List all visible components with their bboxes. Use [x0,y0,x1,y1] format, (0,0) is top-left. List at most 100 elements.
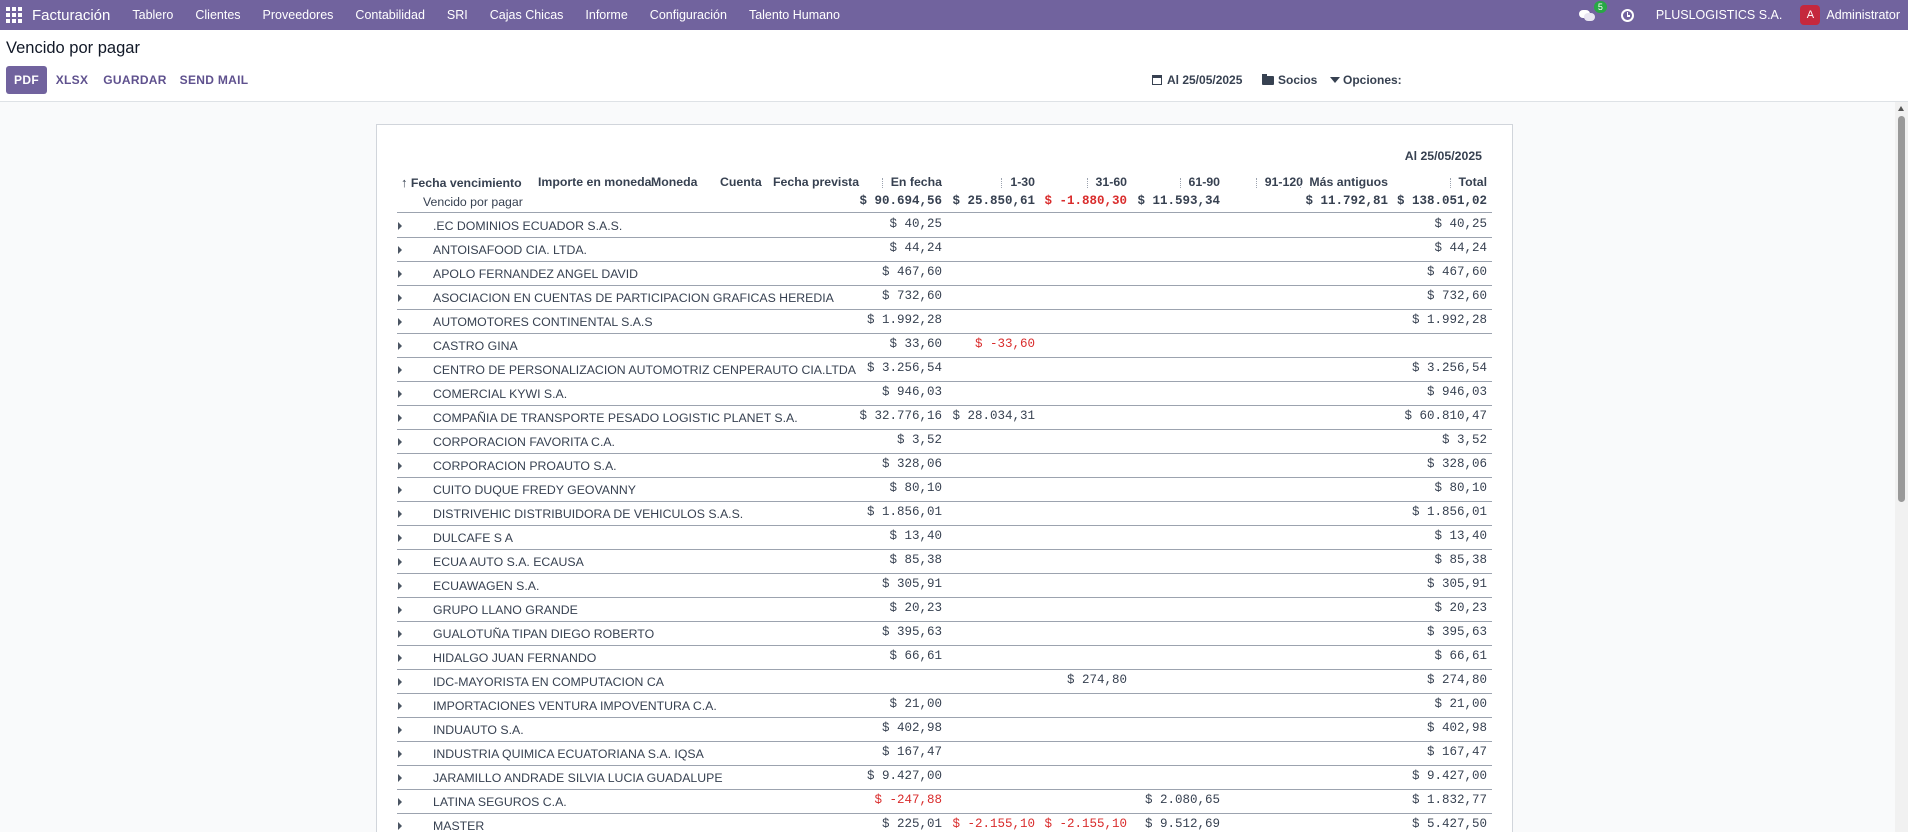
table-row[interactable]: COMERCIAL KYWI S.A. $ 946,03 $ 946,03 [397,382,1492,406]
table-row[interactable]: IMPORTACIONES VENTURA IMPOVENTURA C.A. $ … [397,694,1492,718]
partner-name[interactable]: MASTER [433,819,484,832]
partner-name[interactable]: LATINA SEGUROS C.A. [433,795,567,809]
activities-clock-icon[interactable] [1620,8,1634,22]
partner-name[interactable]: DISTRIVEHIC DISTRIBUIDORA DE VEHICULOS S… [433,507,743,521]
table-row[interactable]: CASTRO GINA $ 33,60 $ -33,60 [397,334,1492,358]
caret-right-icon[interactable] [398,462,402,470]
menu-clientes[interactable]: Clientes [195,8,240,22]
partner-name[interactable]: CUITO DUQUE FREDY GEOVANNY [433,483,636,497]
table-row[interactable]: CORPORACION PROAUTO S.A. $ 328,06 $ 328,06 [397,454,1492,478]
col-total[interactable]: Total [1449,175,1487,189]
caret-right-icon[interactable] [398,606,402,614]
caret-right-icon[interactable] [398,654,402,662]
caret-right-icon[interactable] [398,558,402,566]
table-row[interactable]: LATINA SEGUROS C.A. $ -247,88 $ 2.080,65 $ … [397,790,1492,814]
menu-sri[interactable]: SRI [447,8,468,22]
caret-right-icon[interactable] [398,366,402,374]
menu-talento-humano[interactable]: Talento Humano [749,8,840,22]
menu-contabilidad[interactable]: Contabilidad [355,8,425,22]
table-row[interactable]: INDUAUTO S.A. $ 402,98 $ 402,98 [397,718,1492,742]
col-91-120[interactable]: 91-120 [1255,175,1303,189]
partner-name[interactable]: CASTRO GINA [433,339,518,353]
col-1-30[interactable]: 1-30 [1001,175,1035,189]
table-row[interactable]: MASTER $ 225,01 $ -2.155,10 $ -2.155,10 $ 9.… [397,814,1492,832]
scrollbar-thumb[interactable] [1898,116,1905,502]
partner-name[interactable]: ECUA AUTO S.A. ECAUSA [433,555,584,569]
caret-right-icon[interactable] [398,438,402,446]
caret-right-icon[interactable] [398,702,402,710]
options-filter[interactable]: Opciones: [1330,66,1402,94]
table-row[interactable]: DISTRIVEHIC DISTRIBUIDORA DE VEHICULOS S… [397,502,1492,526]
pdf-button[interactable]: PDF [6,66,47,94]
table-row[interactable]: COMPAÑIA DE TRANSPORTE PESADO LOGISTIC P… [397,406,1492,430]
table-row[interactable]: AUTOMOTORES CONTINENTAL S.A.S $ 1.992,28 $… [397,310,1492,334]
caret-right-icon[interactable] [398,222,402,230]
caret-right-icon[interactable] [398,774,402,782]
partner-name[interactable]: IMPORTACIONES VENTURA IMPOVENTURA C.A. [433,699,717,713]
table-row[interactable]: DULCAFE S A $ 13,40 $ 13,40 [397,526,1492,550]
col-31-60[interactable]: 31-60 [1086,175,1127,189]
table-row[interactable]: ECUAWAGEN S.A. $ 305,91 $ 305,91 [397,574,1492,598]
table-row[interactable]: JARAMILLO ANDRADE SILVIA LUCIA GUADALUPE… [397,766,1492,790]
caret-right-icon[interactable] [398,510,402,518]
partner-name[interactable]: ASOCIACION EN CUENTAS DE PARTICIPACION G… [433,291,834,305]
partner-name[interactable]: CORPORACION PROAUTO S.A. [433,459,617,473]
caret-right-icon[interactable] [398,342,402,350]
partners-filter[interactable]: Socios [1262,66,1317,94]
col-account[interactable]: Cuenta [720,175,762,189]
col-expected-date[interactable]: Fecha prevista [773,175,859,189]
partner-name[interactable]: DULCAFE S A [433,531,513,545]
table-row[interactable]: ASOCIACION EN CUENTAS DE PARTICIPACION G… [397,286,1492,310]
messages-icon[interactable]: 5 [1578,1,1607,21]
partner-name[interactable]: CENTRO DE PERSONALIZACION AUTOMOTRIZ CEN… [433,363,856,377]
table-row[interactable]: HIDALGO JUAN FERNANDO $ 66,61 $ 66,61 [397,646,1492,670]
partner-name[interactable]: ECUAWAGEN S.A. [433,579,539,593]
caret-right-icon[interactable] [398,726,402,734]
caret-right-icon[interactable] [398,750,402,758]
page-scrollbar[interactable] [1895,102,1908,832]
guardar-button[interactable]: GUARDAR [102,66,168,94]
table-row[interactable]: .EC DOMINIOS ECUADOR S.A.S. $ 40,25 $ 40,2… [397,214,1492,238]
caret-right-icon[interactable] [398,582,402,590]
col-older[interactable]: Más antiguos [1300,175,1388,189]
caret-right-icon[interactable] [398,390,402,398]
caret-right-icon[interactable] [398,798,402,806]
menu-tablero[interactable]: Tablero [132,8,173,22]
xlsx-button[interactable]: XLSX [52,66,92,94]
caret-right-icon[interactable] [398,246,402,254]
caret-right-icon[interactable] [398,534,402,542]
table-row[interactable]: IDC-MAYORISTA EN COMPUTACION CA $ 274,80 $… [397,670,1492,694]
partner-name[interactable]: .EC DOMINIOS ECUADOR S.A.S. [433,219,622,233]
partner-name[interactable]: GUALOTUÑA TIPAN DIEGO ROBERTO [433,627,654,641]
col-currency[interactable]: Moneda [651,175,697,189]
table-row[interactable]: GRUPO LLANO GRANDE $ 20,23 $ 20,23 [397,598,1492,622]
table-row[interactable]: ECUA AUTO S.A. ECAUSA $ 85,38 $ 85,38 [397,550,1492,574]
caret-right-icon[interactable] [398,270,402,278]
partner-name[interactable]: CORPORACION FAVORITA C.A. [433,435,615,449]
app-brand[interactable]: Facturación [32,7,110,24]
menu-configuracion[interactable]: Configuración [650,8,727,22]
table-row[interactable]: ANTOISAFOOD CIA. LTDA. $ 44,24 $ 44,24 [397,238,1492,262]
partner-name[interactable]: ANTOISAFOOD CIA. LTDA. [433,243,587,257]
col-on-date[interactable]: En fecha [881,175,942,189]
table-row[interactable]: APOLO FERNANDEZ ANGEL DAVID $ 467,60 $ 467… [397,262,1492,286]
table-row[interactable]: INDUSTRIA QUIMICA ECUATORIANA S.A. IQSA $… [397,742,1492,766]
partner-name[interactable]: APOLO FERNANDEZ ANGEL DAVID [433,267,638,281]
partner-name[interactable]: AUTOMOTORES CONTINENTAL S.A.S [433,315,653,329]
user-menu[interactable]: Administrator [1826,8,1900,22]
date-filter[interactable]: Al 25/05/2025 [1152,66,1242,94]
table-row[interactable]: GUALOTUÑA TIPAN DIEGO ROBERTO $ 395,63 $ 3… [397,622,1492,646]
partner-name[interactable]: IDC-MAYORISTA EN COMPUTACION CA [433,675,664,689]
apps-menu-icon[interactable] [6,7,22,23]
caret-right-icon[interactable] [398,486,402,494]
company-switcher[interactable]: PLUSLOGISTICS S.A. [1656,8,1782,22]
partner-name[interactable]: INDUAUTO S.A. [433,723,524,737]
menu-cajas-chicas[interactable]: Cajas Chicas [490,8,564,22]
partner-name[interactable]: COMERCIAL KYWI S.A. [433,387,567,401]
col-61-90[interactable]: 61-90 [1179,175,1220,189]
partner-name[interactable]: COMPAÑIA DE TRANSPORTE PESADO LOGISTIC P… [433,411,798,425]
scroll-up-arrow-icon[interactable] [1898,106,1904,111]
caret-right-icon[interactable] [398,678,402,686]
send-mail-button[interactable]: SEND MAIL [178,66,250,94]
partner-name[interactable]: INDUSTRIA QUIMICA ECUATORIANA S.A. IQSA [433,747,704,761]
